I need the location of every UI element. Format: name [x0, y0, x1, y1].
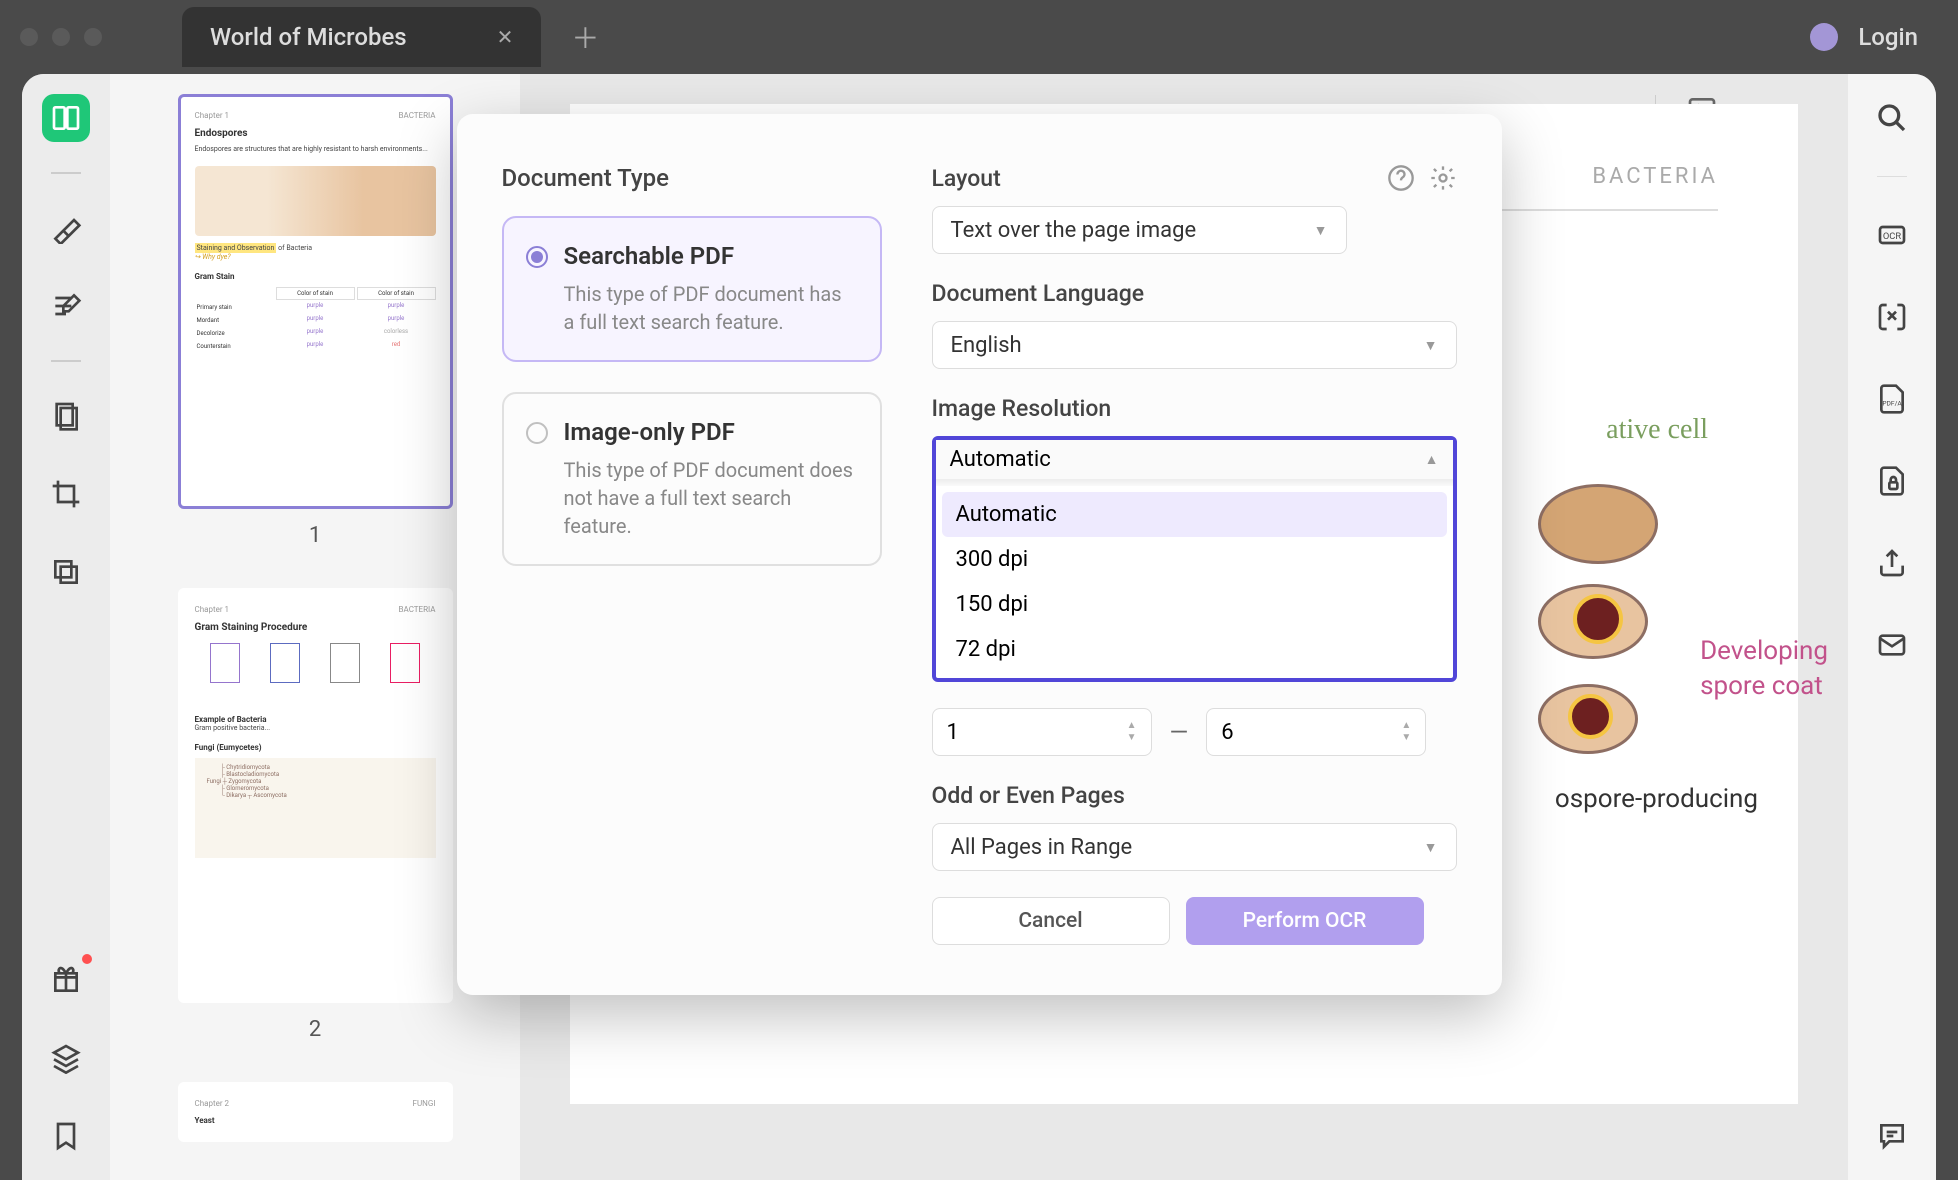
language-label: Document Language: [932, 280, 1457, 307]
image-only-pdf-option[interactable]: Image-only PDF This type of PDF document…: [502, 392, 882, 566]
select-value: All Pages in Range: [951, 835, 1133, 860]
select-value: Text over the page image: [951, 218, 1197, 243]
resolution-select-open[interactable]: Automatic ▲ Automatic 300 dpi 150 dpi 72…: [932, 436, 1457, 682]
language-select[interactable]: English ▼: [932, 321, 1457, 369]
ocr-modal: Document Type Searchable PDF This type o…: [457, 114, 1502, 995]
layout-select[interactable]: Text over the page image ▼: [932, 206, 1347, 254]
close-tab-icon[interactable]: ✕: [497, 25, 514, 49]
odd-even-select[interactable]: All Pages in Range ▼: [932, 823, 1457, 871]
radio-icon: [526, 422, 548, 444]
select-value: English: [951, 333, 1022, 358]
dropdown-option-72[interactable]: 72 dpi: [942, 627, 1447, 672]
range-separator: —: [1170, 718, 1189, 746]
maximize-window-icon[interactable]: [84, 28, 102, 46]
spinner-value: 1: [947, 720, 959, 745]
select-value: Automatic: [950, 447, 1051, 472]
spinner-controls[interactable]: ▲▼: [1127, 721, 1137, 743]
document-tab[interactable]: World of Microbes ✕: [182, 7, 541, 67]
document-type-label: Document Type: [502, 164, 882, 192]
radio-icon: [526, 246, 548, 268]
login-button[interactable]: Login: [1858, 23, 1938, 51]
option-title: Image-only PDF: [564, 418, 856, 446]
searchable-pdf-option[interactable]: Searchable PDF This type of PDF document…: [502, 216, 882, 362]
app-window: Chapter 1BACTERIA Endospores Endospores …: [22, 74, 1936, 1180]
resolution-label: Image Resolution: [932, 395, 1457, 422]
chevron-down-icon: ▼: [1424, 337, 1438, 354]
minimize-window-icon[interactable]: [52, 28, 70, 46]
option-desc: This type of PDF document does not have …: [564, 456, 856, 540]
dropdown-list: Automatic 300 dpi 150 dpi 72 dpi: [936, 486, 1453, 678]
spinner-value: 6: [1221, 720, 1233, 745]
modal-overlay: Document Type Searchable PDF This type o…: [22, 74, 1936, 1180]
chevron-down-icon: ▼: [1314, 222, 1328, 239]
help-icon[interactable]: [1387, 164, 1415, 192]
odd-even-label: Odd or Even Pages: [932, 782, 1457, 809]
gear-icon[interactable]: [1429, 164, 1457, 192]
option-desc: This type of PDF document has a full tex…: [564, 280, 856, 336]
avatar[interactable]: [1810, 23, 1838, 51]
option-title: Searchable PDF: [564, 242, 856, 270]
page-from-input[interactable]: 1 ▲▼: [932, 708, 1152, 756]
cancel-button[interactable]: Cancel: [932, 897, 1170, 945]
chevron-down-icon: ▼: [1424, 839, 1438, 856]
layout-label: Layout: [932, 165, 1001, 192]
spinner-controls[interactable]: ▲▼: [1401, 721, 1411, 743]
new-tab-button[interactable]: ＋: [571, 17, 599, 57]
window-controls: [20, 28, 102, 46]
tab-title: World of Microbes: [210, 23, 407, 51]
chevron-up-icon: ▲: [1425, 451, 1439, 468]
page-to-input[interactable]: 6 ▲▼: [1206, 708, 1426, 756]
titlebar: World of Microbes ✕ ＋ Login: [0, 0, 1958, 74]
dropdown-option-300[interactable]: 300 dpi: [942, 537, 1447, 582]
close-window-icon[interactable]: [20, 28, 38, 46]
dropdown-option-150[interactable]: 150 dpi: [942, 582, 1447, 627]
dropdown-option-automatic[interactable]: Automatic: [942, 492, 1447, 537]
perform-ocr-button[interactable]: Perform OCR: [1186, 897, 1424, 945]
